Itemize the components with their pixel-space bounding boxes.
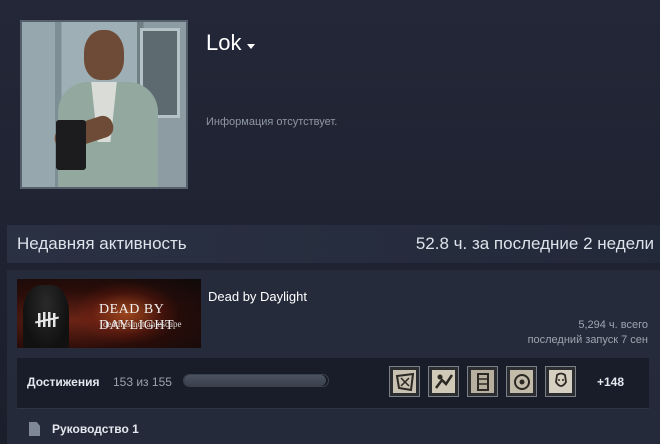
guide-row[interactable]: Руководство 1 bbox=[29, 422, 139, 436]
hours-value: 52.8 bbox=[415, 234, 449, 253]
persona-name[interactable]: Lok bbox=[206, 30, 241, 56]
capsule-subtitle: death is not an escape bbox=[103, 319, 182, 329]
chevron-down-icon[interactable] bbox=[247, 43, 256, 49]
recent-game-card: DEAD BY DAYLIGHT death is not an escape … bbox=[7, 270, 660, 444]
game-capsule-image[interactable]: DEAD BY DAYLIGHT death is not an escape bbox=[17, 279, 201, 348]
weeks-suffix: недели bbox=[597, 234, 654, 253]
achievements-more-count[interactable]: +148 bbox=[597, 375, 624, 389]
weeks-value: 2 bbox=[583, 234, 593, 253]
achievements-bar: Достижения 153 из 155 +148 bbox=[17, 358, 649, 408]
achievement-icon-4[interactable] bbox=[506, 366, 537, 397]
achievement-icon-1[interactable] bbox=[389, 366, 420, 397]
avatar[interactable] bbox=[20, 20, 188, 189]
achievements-progress-bar[interactable] bbox=[183, 374, 329, 387]
persona-name-row[interactable]: Lok bbox=[206, 30, 256, 56]
game-name-link[interactable]: Dead by Daylight bbox=[208, 289, 307, 304]
achievement-icon-5[interactable] bbox=[545, 366, 576, 397]
capsule-title: DEAD BY DAYLIGHT bbox=[99, 302, 175, 333]
recent-activity-title: Недавняя активность bbox=[17, 234, 187, 253]
game-last-played: последний запуск 7 сен bbox=[527, 334, 648, 346]
dbd-logo-icon bbox=[35, 312, 59, 327]
achievements-count: 153 из 155 bbox=[113, 375, 172, 389]
divider bbox=[17, 408, 649, 409]
avatar-image bbox=[22, 22, 186, 187]
game-total-hours: 5,294 ч. всего bbox=[578, 319, 648, 331]
guide-link[interactable]: Руководство 1 bbox=[52, 422, 139, 436]
achievements-progress-fill bbox=[184, 375, 327, 386]
achievements-label[interactable]: Достижения bbox=[27, 375, 99, 389]
achievement-icon-2[interactable] bbox=[428, 366, 459, 397]
hours-suffix: ч. за последние bbox=[453, 234, 579, 253]
recent-activity-header: Недавняя активность 52.8 ч. за последние… bbox=[7, 225, 660, 263]
profile-summary: Информация отсутствует. bbox=[206, 116, 338, 128]
achievement-icons bbox=[389, 366, 576, 397]
recent-activity-hours: 52.8 ч. за последние 2 недели bbox=[416, 234, 660, 254]
achievement-icon-3[interactable] bbox=[467, 366, 498, 397]
document-icon bbox=[29, 422, 40, 436]
